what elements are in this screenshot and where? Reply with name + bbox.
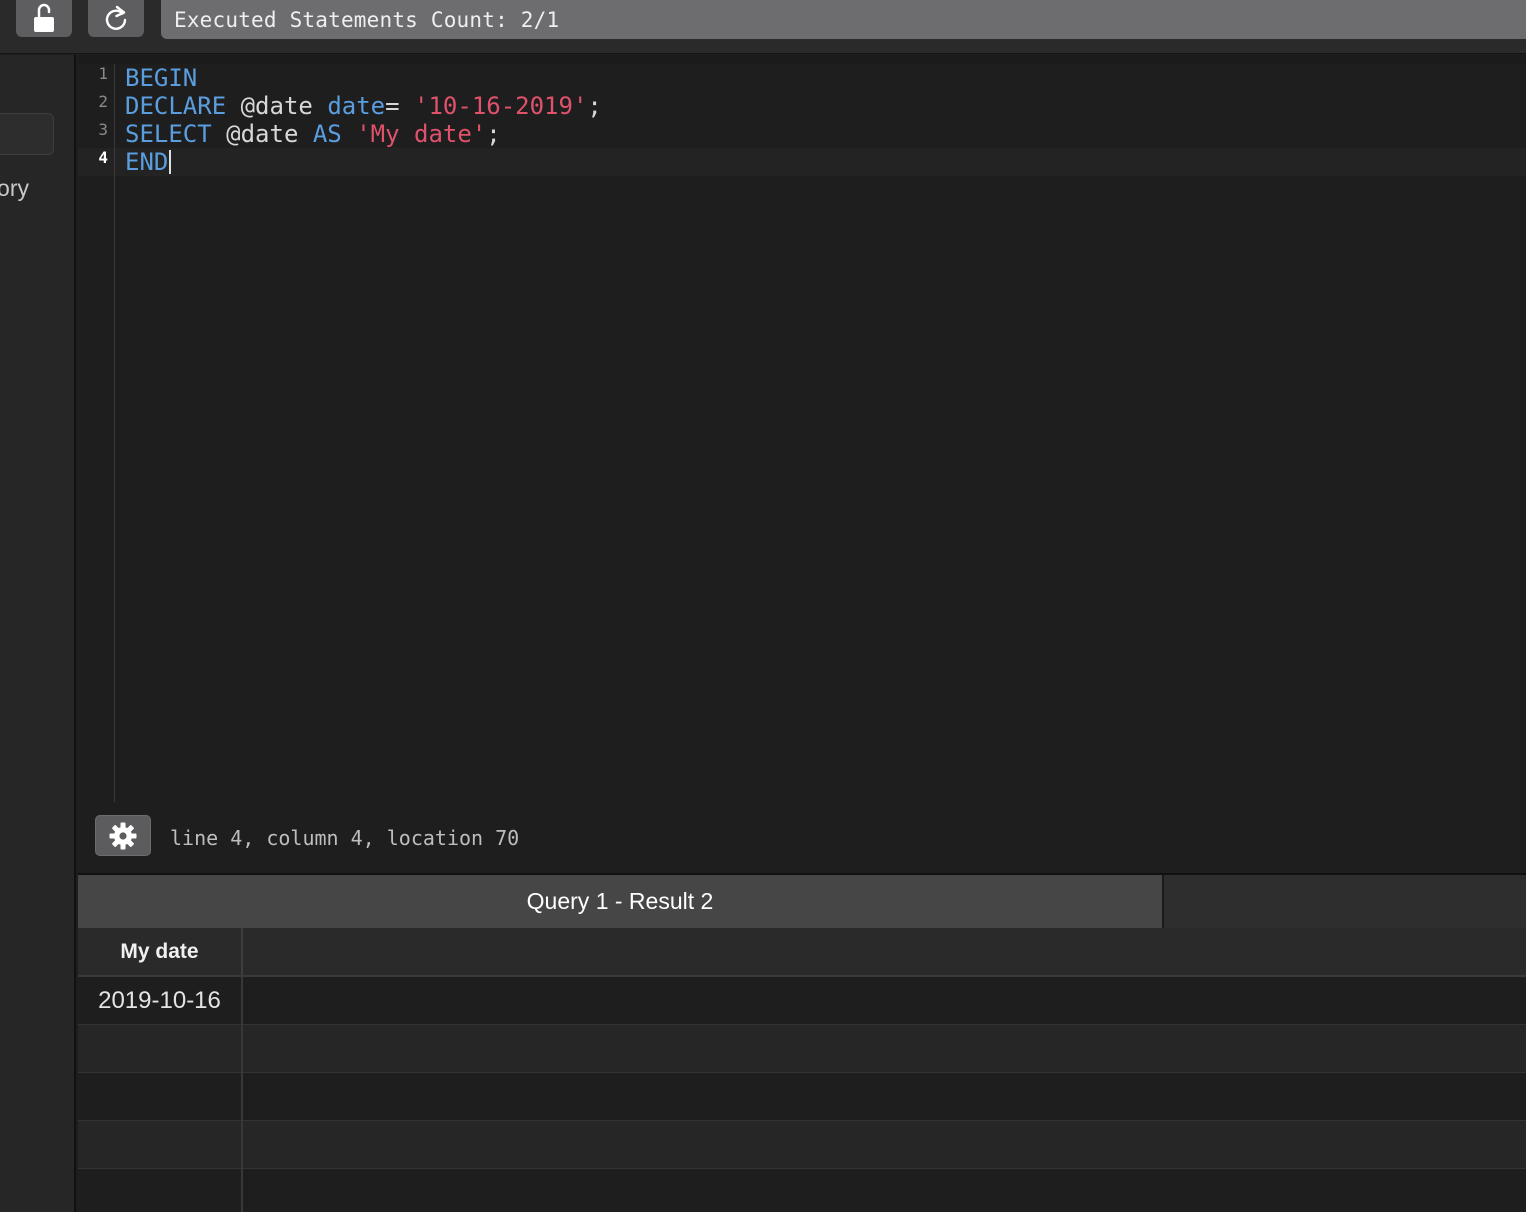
- keyword: BEGIN: [125, 64, 198, 92]
- sidebar-search-field[interactable]: [0, 113, 54, 155]
- string-literal: '10-16-2019': [414, 92, 588, 120]
- keyword: AS: [312, 120, 342, 148]
- code-text: =: [385, 92, 415, 120]
- editor-settings-button[interactable]: [95, 815, 151, 856]
- cursor-position-info: line 4, column 4, location 70: [170, 826, 520, 850]
- string-literal: 'My date': [356, 120, 487, 148]
- line-number-active: 4: [98, 148, 108, 167]
- code-text: @date: [211, 120, 313, 148]
- table-cell[interactable]: [78, 1025, 243, 1073]
- code-text: ;: [587, 92, 602, 120]
- sql-editor[interactable]: 1 2 3 4 BEGIN DECLARE @date date= '10-16…: [78, 55, 1526, 873]
- table-cell[interactable]: 2019-10-16: [78, 977, 243, 1025]
- table-row[interactable]: [78, 1169, 1526, 1212]
- table-cell[interactable]: [78, 1073, 243, 1121]
- toolbar: Executed Statements Count: 2/1: [0, 0, 1526, 54]
- table-cell[interactable]: [78, 1121, 243, 1169]
- keyword: date: [327, 92, 386, 120]
- table-row[interactable]: 2019-10-16: [78, 977, 1526, 1025]
- unlocked-padlock-icon: [34, 3, 54, 32]
- code-text: ;: [486, 120, 501, 148]
- column-header-label: My date: [120, 939, 199, 963]
- current-line-highlight: [78, 148, 1526, 176]
- code-line-2[interactable]: DECLARE @date date= '10-16-2019';: [125, 92, 602, 120]
- keyword: SELECT: [125, 120, 212, 148]
- line-number: 2: [98, 92, 108, 111]
- table-row[interactable]: [78, 1025, 1526, 1073]
- keyword: END: [125, 148, 169, 176]
- executed-statements-count: Executed Statements Count: 2/1: [174, 7, 560, 32]
- tab-query-1-result-2[interactable]: Query 1 - Result 2: [78, 875, 1164, 928]
- lock-button[interactable]: [16, 0, 72, 37]
- table-cell[interactable]: [78, 1169, 243, 1212]
- refresh-button[interactable]: [88, 0, 144, 37]
- text-cursor: [169, 150, 172, 174]
- keyword: DECLARE: [125, 92, 227, 120]
- line-number: 3: [98, 120, 108, 139]
- table-row[interactable]: [78, 1073, 1526, 1121]
- editor-top-strip: [78, 55, 1526, 64]
- tab-label: Query 1 - Result 2: [526, 888, 714, 914]
- code-line-4[interactable]: END: [125, 148, 172, 176]
- result-tab-bar: Query 1 - Result 2: [78, 875, 1526, 928]
- result-grid-header: My date: [78, 928, 1526, 977]
- sidebar: ory: [0, 55, 76, 1212]
- code-line-3[interactable]: SELECT @date AS 'My date';: [125, 120, 501, 148]
- gear-icon: [109, 822, 137, 849]
- status-bar: Executed Statements Count: 2/1: [161, 0, 1526, 39]
- code-line-1[interactable]: BEGIN: [125, 64, 197, 92]
- refresh-icon: [105, 5, 127, 30]
- sidebar-history-label[interactable]: ory: [0, 175, 29, 202]
- column-header-my-date[interactable]: My date: [78, 928, 243, 975]
- line-number-gutter: 1 2 3 4: [78, 64, 115, 802]
- table-row[interactable]: [78, 1121, 1526, 1169]
- line-number: 1: [98, 64, 108, 83]
- code-text: @date: [226, 92, 328, 120]
- results-panel: Query 1 - Result 2 My date 2019-10-16: [78, 873, 1526, 1212]
